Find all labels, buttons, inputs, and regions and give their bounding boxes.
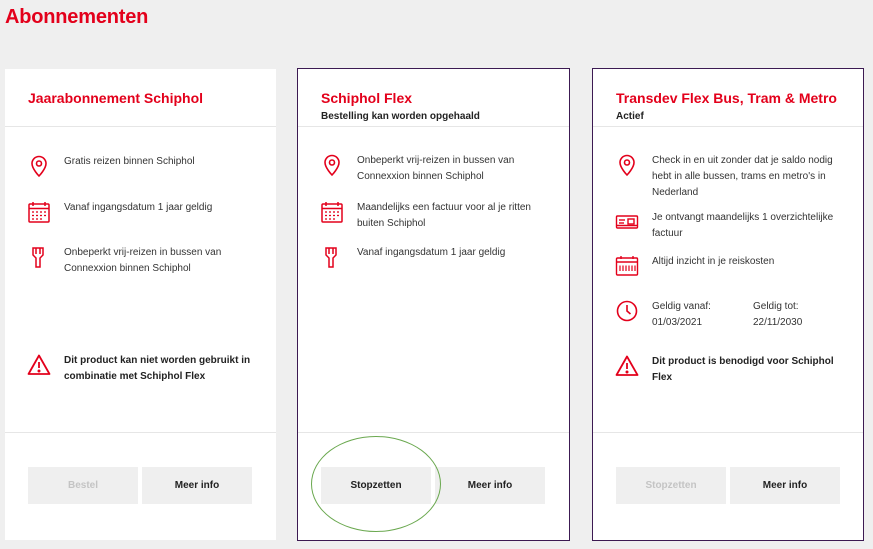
calendar-icon xyxy=(321,202,343,223)
stopzetten-button[interactable]: Stopzetten xyxy=(616,467,726,504)
card-header: Schiphol Flex Bestelling kan worden opge… xyxy=(298,69,569,127)
location-pin-icon xyxy=(619,154,635,177)
feature-text: Je ontvangt maandelijks 1 overzichtelijk… xyxy=(652,212,834,239)
clock-icon xyxy=(616,300,638,322)
card-footer: Stopzetten Meer info xyxy=(593,432,863,540)
meer-info-button[interactable]: Meer info xyxy=(730,467,840,504)
feature-text: Maandelijks een factuur voor al je ritte… xyxy=(357,202,531,229)
feature-text: Onbeperkt vrij-reizen in bussen van Conn… xyxy=(357,155,515,182)
invoice-icon xyxy=(615,215,639,229)
valid-to: Geldig tot: 22/11/2030 xyxy=(753,299,802,331)
subscription-card-transdev-flex: Transdev Flex Bus, Tram & Metro Actief C… xyxy=(592,68,864,541)
travel-costs-icon xyxy=(615,256,639,276)
feature-text: Gratis reizen binnen Schiphol xyxy=(64,156,195,167)
page-title: Abonnementen xyxy=(5,6,149,28)
feature-text: Altijd inzicht in je reiskosten xyxy=(652,256,775,267)
warning-text: Dit product kan niet worden gebruikt in … xyxy=(64,355,251,382)
bestel-button[interactable]: Bestel xyxy=(28,467,138,504)
location-pin-icon xyxy=(31,155,47,178)
meer-info-button[interactable]: Meer info xyxy=(142,467,252,504)
feature-text: Vanaf ingangsdatum 1 jaar geldig xyxy=(357,247,506,258)
feature-text: Vanaf ingangsdatum 1 jaar geldig xyxy=(64,202,213,213)
warning-icon xyxy=(615,355,639,376)
location-pin-icon xyxy=(324,154,340,177)
bus-ticket-icon xyxy=(32,247,44,268)
card-status: Actief xyxy=(616,111,644,122)
card-status: Bestelling kan worden opgehaald xyxy=(321,111,480,122)
valid-to-label: Geldig tot: xyxy=(753,301,799,312)
highlight-annotation-circle xyxy=(311,436,441,532)
feature-text: Onbeperkt vrij-reizen in bussen van Conn… xyxy=(64,247,222,274)
valid-from-label: Geldig vanaf: xyxy=(652,301,711,312)
calendar-icon xyxy=(28,202,50,223)
valid-from: Geldig vanaf: 01/03/2021 xyxy=(652,299,711,331)
valid-from-value: 01/03/2021 xyxy=(652,317,703,328)
warning-icon xyxy=(27,354,51,375)
warning-text: Dit product is benodigd voor Schiphol Fl… xyxy=(652,356,834,383)
meer-info-button[interactable]: Meer info xyxy=(435,467,545,504)
bus-ticket-icon xyxy=(325,247,337,268)
card-title: Schiphol Flex xyxy=(321,90,413,106)
card-title: Transdev Flex Bus, Tram & Metro xyxy=(616,90,837,106)
subscription-card-jaarabonnement: Jaarabonnement Schiphol Gratis reizen bi… xyxy=(5,69,276,540)
card-footer: Bestel Meer info xyxy=(5,432,276,540)
card-header: Jaarabonnement Schiphol xyxy=(5,69,276,127)
valid-to-value: 22/11/2030 xyxy=(753,317,803,328)
feature-text: Check in en uit zonder dat je saldo nodi… xyxy=(652,155,833,198)
card-title: Jaarabonnement Schiphol xyxy=(28,90,204,106)
card-header: Transdev Flex Bus, Tram & Metro Actief xyxy=(593,69,863,127)
